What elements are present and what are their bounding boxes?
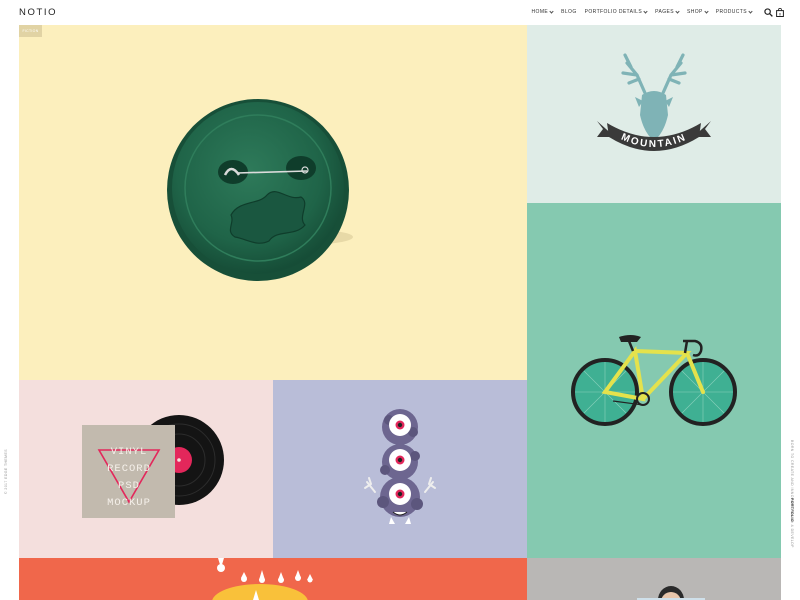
drops-image	[212, 558, 313, 600]
cart-icon[interactable]: 0	[776, 8, 784, 17]
portfolio-item-reader[interactable]	[527, 558, 781, 600]
nav-item-label: SHOP	[686, 9, 703, 15]
svg-text:RECORD: RECORD	[107, 463, 151, 475]
main-nav: HOME BLOG PORTFOLIO DETAILS PAGES SHOP P…	[532, 9, 753, 15]
nav-item-shop[interactable]: SHOP	[686, 9, 709, 15]
side-label: PORTFOLIO	[787, 498, 795, 578]
search-icon[interactable]	[764, 8, 773, 17]
portfolio-item-vinyl[interactable]: VINYL RECORD PSD MOCKUP	[19, 380, 273, 558]
svg-text:VINYL: VINYL	[111, 446, 148, 458]
cart-count: 0	[779, 11, 782, 16]
mountain-deer-logo: MOUNTAIN	[597, 53, 711, 151]
portfolio-item-bicycle[interactable]	[527, 203, 781, 558]
portfolio-item-drops[interactable]	[19, 558, 527, 600]
site-header: NOTIO HOME BLOG PORTFOLIO DETAILS PAGES …	[0, 0, 800, 25]
category-tag[interactable]: FICTION	[19, 25, 42, 37]
nav-item-pages[interactable]: PAGES	[655, 9, 680, 15]
nav-item-label: PORTFOLIO DETAILS	[584, 9, 643, 15]
nav-item-label: BLOG	[561, 9, 577, 15]
nav-item-portfolio-details[interactable]: PORTFOLIO DETAILS	[584, 9, 648, 15]
chevron-down-icon	[549, 9, 554, 14]
nav-item-label: HOME	[531, 9, 549, 15]
chevron-down-icon	[748, 9, 753, 14]
monster-image	[364, 409, 436, 524]
portfolio-item-button[interactable]: FICTION	[19, 25, 527, 380]
chevron-down-icon	[643, 9, 648, 14]
svg-text:MOCKUP: MOCKUP	[107, 497, 151, 509]
portfolio-label: PORTFOLIO	[790, 498, 794, 523]
nav-item-home[interactable]: HOME	[532, 9, 554, 15]
button-badge-image	[167, 99, 353, 281]
copyright-text: © 2017 EDGE THEMES	[4, 449, 8, 494]
reader-image	[637, 586, 705, 600]
nav-item-label: PRODUCTS	[715, 9, 747, 15]
site-logo[interactable]: NOTIO	[19, 7, 57, 18]
side-copyright: © 2017 EDGE THEMES	[4, 430, 12, 500]
nav-item-products[interactable]: PRODUCTS	[715, 9, 753, 15]
portfolio-item-monster[interactable]	[273, 380, 527, 558]
chevron-down-icon	[675, 9, 680, 14]
vinyl-mockup-image: VINYL RECORD PSD MOCKUP	[82, 415, 224, 518]
nav-item-blog[interactable]: BLOG	[561, 9, 577, 15]
svg-text:PSD: PSD	[118, 480, 140, 492]
portfolio-item-mountain[interactable]: MOUNTAIN	[527, 25, 781, 203]
nav-item-label: PAGES	[655, 9, 674, 15]
bicycle-image	[571, 335, 737, 426]
chevron-down-icon	[704, 9, 709, 14]
